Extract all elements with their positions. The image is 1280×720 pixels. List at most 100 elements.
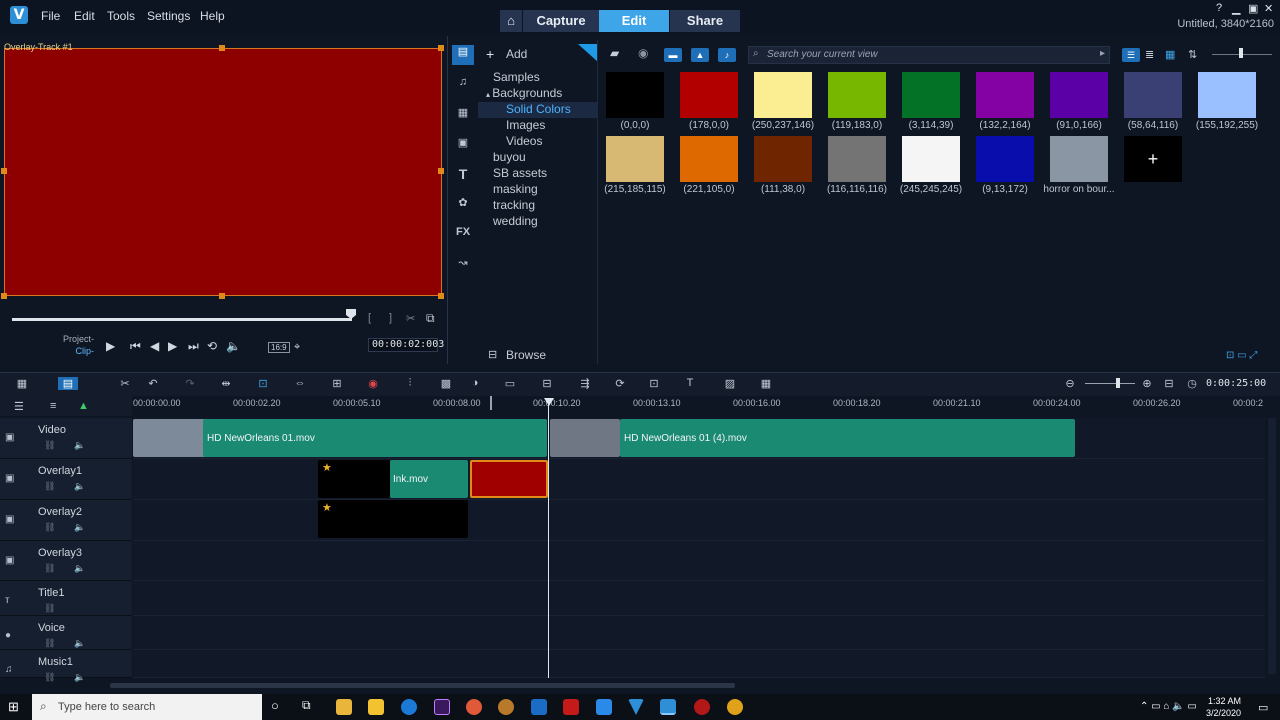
cortana-icon[interactable]: ○ [271,698,279,713]
menu-tools[interactable]: Tools [107,9,135,23]
repeat-icon[interactable]: ⟲ [207,339,217,353]
tab-capture[interactable]: Capture [523,10,599,32]
app-icon[interactable] [596,699,612,715]
tree-item[interactable]: wedding [478,214,598,230]
zoom-knob[interactable] [1116,378,1120,388]
show-photo-icon[interactable]: ▲ [691,48,709,62]
prev-frame-icon[interactable]: ◀ [150,339,159,353]
chrome-icon[interactable] [466,699,482,715]
windows-icon[interactable]: ⊞ [8,699,19,715]
subtitle-icon[interactable]: ▭ [500,377,520,390]
path-icon[interactable]: ↝ [452,256,474,276]
show-video-icon[interactable]: ▬ [664,48,682,62]
record-icon[interactable]: ◉ [363,377,383,390]
tree-item[interactable]: tracking [478,198,598,214]
ripple-icon[interactable]: ⇹ [216,377,236,390]
enlarge-icon[interactable]: ⧉ [426,311,435,326]
tab-edit[interactable]: Edit [599,10,669,32]
thumbnail-view-icon[interactable]: ▦ [1165,48,1175,61]
tree-item[interactable]: Images [478,118,598,134]
tree-item[interactable]: Solid Colors [478,102,598,118]
track-lane[interactable] [133,650,1265,678]
link-icon[interactable]: ⛓ [44,440,55,451]
move-icon[interactable]: ⇔ [290,377,310,389]
restore-icon[interactable]: ▣ [1248,2,1258,15]
tree-item[interactable]: Samples [478,70,598,86]
link-icon[interactable]: ⛓ [44,672,55,683]
clear-search-icon[interactable]: ▸ [1100,48,1105,59]
split-screen-icon[interactable]: ▨ [720,377,740,390]
split-icon[interactable]: ✂ [406,312,415,325]
app-icon[interactable] [694,699,710,715]
undo-icon[interactable]: ↶ [143,377,163,390]
tree-item[interactable]: SB assets [478,166,598,182]
preview-canvas[interactable] [4,48,442,296]
tools-icon[interactable]: ✂ [115,377,135,390]
video-clip[interactable]: HD NewOrleans 01.mov [203,419,547,457]
tree-item[interactable]: masking [478,182,598,198]
app-icon[interactable] [563,699,579,715]
track-volume-icon[interactable]: 🔈 [74,672,85,683]
link-icon[interactable]: ⛓ [44,563,55,574]
zoom-in-icon[interactable]: ⊕ [1137,377,1157,390]
track-header[interactable] [0,581,132,616]
media-icon[interactable]: ▤ [452,45,474,65]
track-lane[interactable] [133,459,1265,500]
link-icon[interactable]: ⛓ [44,638,55,649]
track-header[interactable] [0,616,132,650]
track-lane[interactable] [133,616,1265,650]
clip-label[interactable]: Clip- [60,346,94,356]
pan-zoom-icon[interactable]: ⟳ [610,377,630,390]
volume-icon[interactable]: 🔈 [226,339,241,353]
edge-icon[interactable] [401,699,417,715]
link-icon[interactable]: ⛓ [44,603,55,614]
resize-handle[interactable] [1,293,7,299]
resize-handle[interactable] [438,168,444,174]
crop-icon[interactable]: ⊞ [327,377,347,390]
zoom-out-icon[interactable]: ⊖ [1060,377,1080,390]
color-swatch[interactable] [976,136,1034,182]
taskbar-search[interactable]: Type here to search [32,694,262,720]
menu-edit[interactable]: Edit [74,9,95,23]
chrome-icon[interactable] [727,699,743,715]
add-color-button[interactable]: + [1124,136,1182,182]
multi-camera-icon[interactable]: ⊟ [537,377,557,390]
instant-project-icon[interactable]: ▣ [452,136,474,156]
task-view-icon[interactable]: ⧉ [302,698,311,713]
project-label[interactable]: Project- [60,334,94,344]
color-swatch[interactable] [754,72,812,118]
track-volume-icon[interactable]: 🔈 [74,440,85,451]
notification-icon[interactable]: ▭ [1258,701,1268,714]
thumb-size-knob[interactable] [1239,48,1243,58]
browse-button[interactable]: Browse [506,348,546,362]
track-lane[interactable] [133,581,1265,616]
zoom-slider[interactable] [1085,383,1135,384]
app-icon[interactable] [498,699,514,715]
graphics-icon[interactable]: ✿ [452,196,474,216]
record-icon[interactable]: ◉ [638,46,648,60]
color-swatch[interactable] [902,72,960,118]
track-volume-icon[interactable]: 🔈 [74,522,85,533]
layout-icon[interactable]: ⊡ ▭ ⤢ [1226,350,1257,361]
close-icon[interactable]: ✕ [1264,2,1273,15]
show-audio-icon[interactable]: ♪ [718,48,736,62]
track-lane[interactable] [133,500,1265,541]
tree-item[interactable]: buyou [478,150,598,166]
video-clip[interactable]: HD NewOrleans 01 (4).mov [620,419,1075,457]
time-remap-icon[interactable]: ⇶ [575,377,595,390]
next-frame-icon[interactable]: ▶ [168,339,177,353]
color-swatch[interactable] [828,72,886,118]
color-swatch[interactable] [828,136,886,182]
horizontal-scrollbar[interactable] [110,683,735,688]
transition-icon[interactable]: ▦ [452,106,474,126]
marker[interactable] [490,396,492,410]
track-header[interactable] [0,418,132,459]
home-icon[interactable]: ⏮ [130,339,141,354]
timeline-ruler[interactable] [132,396,1280,412]
filter-icon[interactable]: FX [452,226,474,246]
home-button[interactable]: ⌂ [500,10,522,32]
store-icon[interactable] [368,699,384,715]
list-view-icon[interactable]: ☰ [1122,48,1140,62]
menu-help[interactable]: Help [200,9,225,23]
sort-icon[interactable]: ⇅ [1188,48,1197,61]
